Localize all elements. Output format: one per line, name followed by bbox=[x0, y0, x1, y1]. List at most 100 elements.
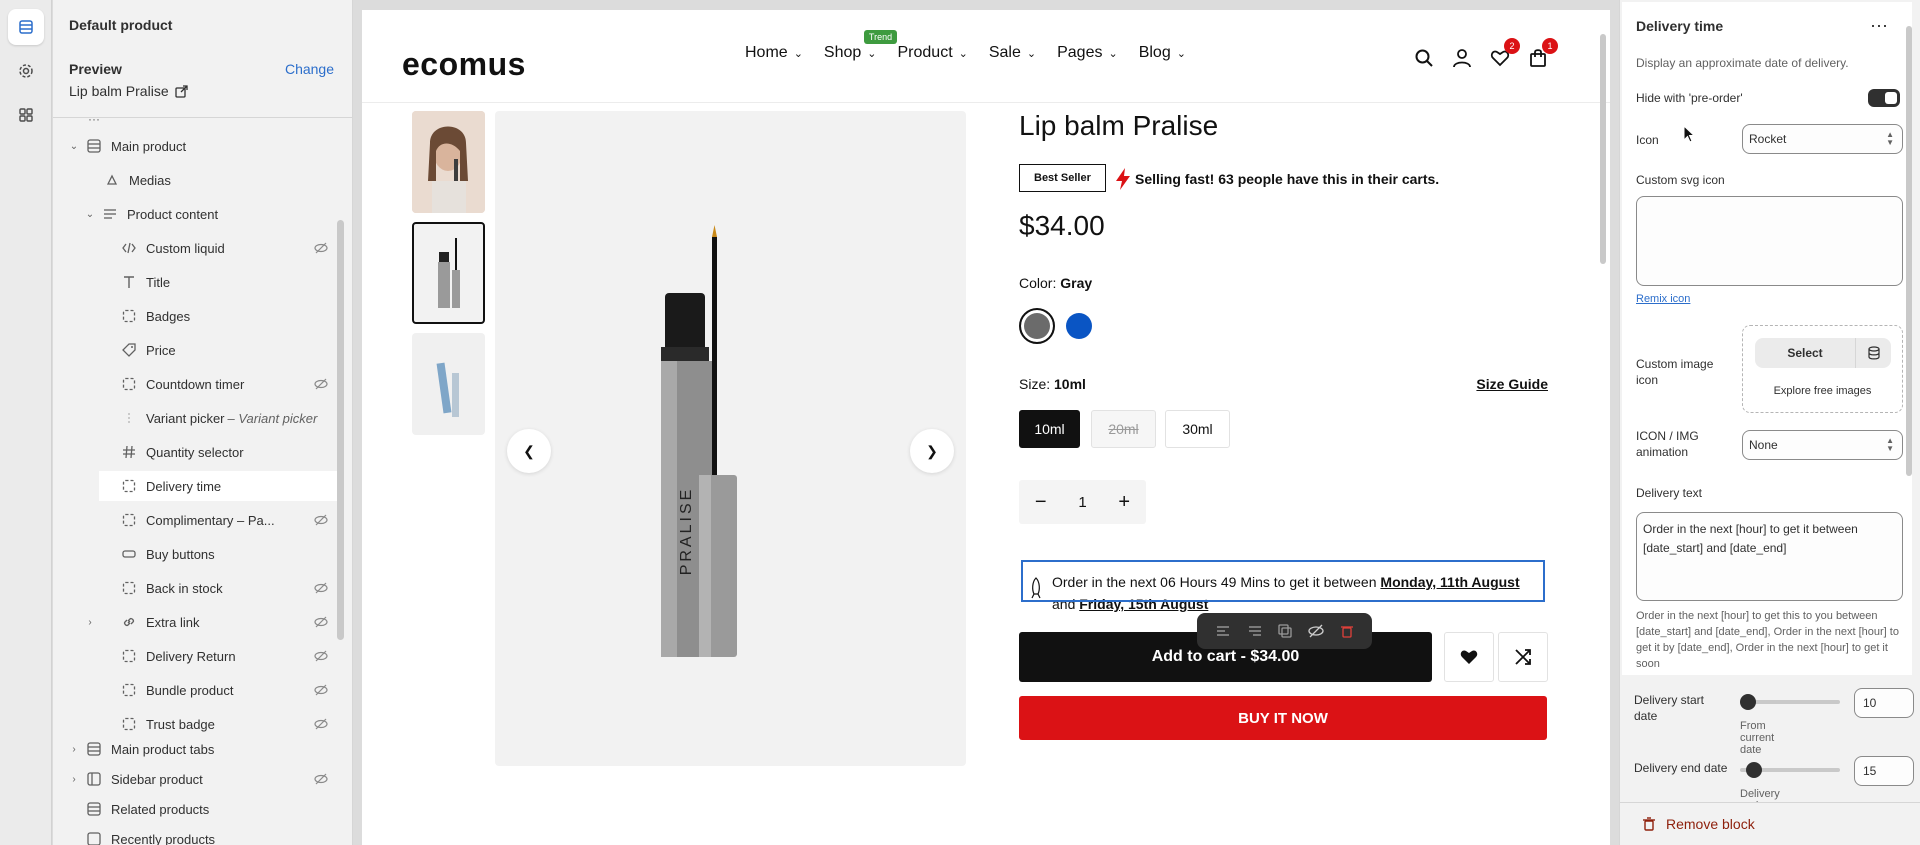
plus-button[interactable]: + bbox=[1118, 491, 1130, 514]
tree-block-countdown-timer[interactable]: Countdown timer bbox=[99, 369, 340, 399]
cart-button[interactable]: 1 bbox=[1526, 38, 1558, 70]
size-option-10ml[interactable]: 10ml bbox=[1019, 410, 1080, 448]
delivery-start-slider[interactable] bbox=[1740, 694, 1840, 710]
button-icon bbox=[120, 545, 138, 563]
custom-svg-field[interactable] bbox=[1636, 196, 1903, 286]
icon-select-value: Rocket bbox=[1749, 132, 1787, 146]
delivery-start-input[interactable]: 10 bbox=[1854, 688, 1914, 718]
tree-block-variant-picker[interactable]: Variant picker – Variant picker bbox=[99, 403, 340, 433]
eye-hidden-icon[interactable] bbox=[314, 581, 328, 595]
select-image-button[interactable]: Select bbox=[1755, 338, 1891, 368]
store-logo[interactable]: ecomus bbox=[402, 46, 526, 83]
app-embeds-nav-button[interactable] bbox=[8, 97, 44, 133]
remix-icon-link[interactable]: Remix icon bbox=[1636, 293, 1690, 305]
delivery-end-slider[interactable] bbox=[1740, 762, 1840, 778]
next-image-button[interactable]: ❯ bbox=[910, 429, 954, 473]
swatch-gray[interactable] bbox=[1019, 308, 1055, 344]
tree-block-delivery-return[interactable]: Delivery Return bbox=[99, 641, 340, 671]
nav-blog[interactable]: Blog ⌄ bbox=[1139, 44, 1186, 62]
tree-block-quantity-selector[interactable]: Quantity selector bbox=[99, 437, 340, 467]
tree-block-complimentary-pa[interactable]: Complimentary – Pa... bbox=[99, 505, 340, 535]
size-option-30ml[interactable]: 30ml bbox=[1165, 410, 1230, 448]
eye-hidden-icon[interactable] bbox=[314, 683, 328, 697]
eye-hidden-icon[interactable] bbox=[314, 241, 328, 255]
tree-block-delivery-time[interactable]: Delivery time bbox=[99, 471, 340, 501]
tree-block-price[interactable]: Price bbox=[99, 335, 340, 365]
remove-block-button[interactable]: Remove block bbox=[1642, 816, 1755, 832]
delivery-text-field[interactable]: Order in the next [hour] to get it betwe… bbox=[1636, 512, 1903, 601]
tree-block-bundle-product[interactable]: Bundle product bbox=[99, 675, 340, 705]
tree-item-main-product-tabs[interactable]: › Main product tabs bbox=[67, 734, 340, 764]
more-options-icon[interactable]: ⋯ bbox=[1870, 16, 1889, 37]
tree-block-buy-buttons[interactable]: Buy buttons bbox=[99, 539, 340, 569]
preview-product[interactable]: Lip balm Pralise bbox=[69, 83, 188, 99]
compare-button[interactable] bbox=[1498, 632, 1548, 682]
icon-rail bbox=[0, 0, 52, 845]
tree-item-recently-products[interactable]: Recently products bbox=[85, 824, 340, 845]
nav-sale[interactable]: Sale ⌄ bbox=[989, 44, 1036, 62]
minus-button[interactable]: − bbox=[1035, 491, 1047, 514]
tree-block-badges[interactable]: Badges bbox=[99, 301, 340, 331]
color-value: Gray bbox=[1060, 275, 1093, 291]
sidebar-scrollbar[interactable] bbox=[337, 220, 344, 640]
wishlist-button[interactable]: 2 bbox=[1488, 38, 1520, 70]
tree-block-title[interactable]: Title bbox=[99, 267, 340, 297]
search-button[interactable] bbox=[1412, 46, 1436, 70]
nav-home[interactable]: Home ⌄ bbox=[745, 44, 803, 62]
thumbnail-tube-blue[interactable] bbox=[412, 333, 485, 435]
slider-knob[interactable] bbox=[1746, 762, 1762, 778]
quantity-value[interactable]: 1 bbox=[1078, 494, 1086, 511]
settings-card: Delivery time ⋯ Display an approximate d… bbox=[1622, 2, 1912, 675]
size-guide-link[interactable]: Size Guide bbox=[1476, 376, 1548, 392]
prev-image-button[interactable]: ❮ bbox=[507, 429, 551, 473]
duplicate-icon[interactable] bbox=[1278, 624, 1293, 638]
eye-hidden-icon[interactable] bbox=[314, 772, 328, 786]
tree-item-product-content[interactable]: ⌄ Product content bbox=[83, 199, 340, 229]
tube-photo bbox=[438, 238, 460, 308]
move-down-icon[interactable] bbox=[1247, 624, 1263, 638]
buy-it-now-button[interactable]: BUY IT NOW bbox=[1019, 696, 1547, 740]
explore-images-link[interactable]: Explore free images bbox=[1743, 385, 1902, 397]
hide-preorder-toggle[interactable] bbox=[1868, 89, 1900, 107]
tree-block-custom-liquid[interactable]: Custom liquid bbox=[99, 233, 340, 263]
delete-icon[interactable] bbox=[1340, 624, 1354, 638]
code-icon bbox=[120, 239, 138, 257]
thumbnail-model[interactable] bbox=[412, 111, 485, 213]
preview-scrollbar[interactable] bbox=[1600, 34, 1606, 264]
size-option-20ml[interactable]: 20ml bbox=[1091, 410, 1156, 448]
main-product-image[interactable]: PRALISE ❮ ❯ bbox=[495, 111, 966, 766]
slider-knob[interactable] bbox=[1740, 694, 1756, 710]
tree-item-sidebar-product[interactable]: › Sidebar product bbox=[67, 764, 340, 794]
icon-select[interactable]: Rocket ▲ ▼ bbox=[1742, 124, 1903, 154]
eye-hidden-icon[interactable] bbox=[314, 615, 328, 629]
delivery-start-date: Monday, 11th August bbox=[1380, 574, 1520, 590]
delivery-time-block[interactable]: Order in the next 06 Hours 49 Mins to ge… bbox=[1014, 553, 1552, 612]
swatch-blue[interactable] bbox=[1066, 313, 1092, 339]
nav-product[interactable]: Product ⌄ bbox=[898, 44, 968, 62]
account-button[interactable] bbox=[1450, 46, 1474, 70]
change-preview-link[interactable]: Change bbox=[285, 61, 334, 77]
eye-hidden-icon[interactable] bbox=[314, 717, 328, 731]
animation-select[interactable]: None ▲ ▼ bbox=[1742, 430, 1903, 460]
hide-icon[interactable] bbox=[1308, 624, 1324, 638]
eye-hidden-icon[interactable] bbox=[314, 513, 328, 527]
delivery-end-input[interactable]: 15 bbox=[1854, 756, 1914, 786]
wishlist-add-button[interactable] bbox=[1444, 632, 1494, 682]
tree-block-extra-link[interactable]: › Extra link bbox=[88, 607, 340, 637]
tree-item-medias[interactable]: Medias bbox=[103, 165, 340, 195]
best-seller-badge: Best Seller bbox=[1019, 164, 1106, 192]
section-icon bbox=[85, 740, 103, 758]
thumbnail-tube[interactable] bbox=[412, 222, 485, 324]
tree-item-main-product[interactable]: ⌄ Main product bbox=[67, 131, 340, 161]
eye-hidden-icon[interactable] bbox=[314, 377, 328, 391]
preview-product-name: Lip balm Pralise bbox=[69, 83, 169, 99]
tree-item-related-products[interactable]: Related products bbox=[85, 794, 340, 824]
theme-settings-nav-button[interactable] bbox=[8, 53, 44, 89]
eye-hidden-icon[interactable] bbox=[314, 649, 328, 663]
tree-block-back-in-stock[interactable]: Back in stock bbox=[99, 573, 340, 603]
move-up-icon[interactable] bbox=[1215, 624, 1231, 638]
sections-nav-button[interactable] bbox=[8, 9, 44, 45]
nav-pages[interactable]: Pages ⌄ bbox=[1057, 44, 1118, 62]
nav-shop[interactable]: Shop ⌄ Trend bbox=[824, 30, 898, 62]
settings-scrollbar[interactable] bbox=[1906, 26, 1912, 476]
